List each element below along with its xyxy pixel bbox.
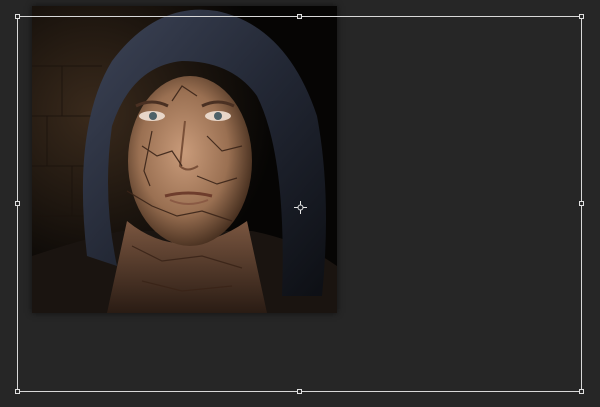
transform-handle-bottom-center[interactable] bbox=[296, 389, 302, 394]
transform-handle-bottom-right[interactable] bbox=[579, 389, 584, 394]
transform-handle-middle-right[interactable] bbox=[579, 201, 584, 206]
transform-handle-top-center[interactable] bbox=[296, 14, 302, 19]
document-canvas[interactable] bbox=[0, 0, 600, 407]
hooded-man-image bbox=[32, 6, 337, 313]
transform-handle-bottom-left[interactable] bbox=[15, 389, 20, 394]
transform-handle-middle-left[interactable] bbox=[15, 201, 20, 206]
transform-handle-top-right[interactable] bbox=[579, 14, 584, 19]
reference-point-crosshair-icon[interactable] bbox=[294, 199, 307, 214]
placed-photo-layer[interactable] bbox=[32, 6, 337, 313]
transform-handle-top-left[interactable] bbox=[15, 14, 20, 19]
